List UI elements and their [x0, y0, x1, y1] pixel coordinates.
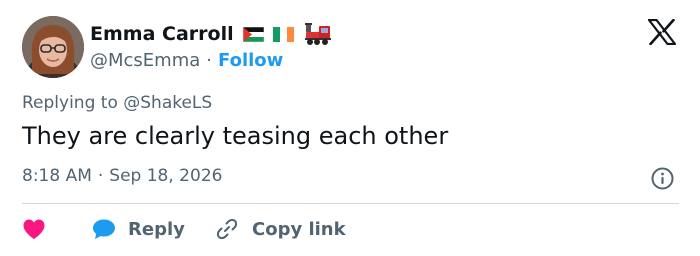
reply-label: Reply	[128, 218, 185, 240]
avatar-image	[22, 16, 84, 78]
tweet-text: They are clearly teasing each other	[22, 122, 449, 150]
replying-prefix: Replying to	[22, 93, 118, 113]
divider	[22, 203, 679, 204]
info-icon[interactable]	[651, 167, 674, 190]
tweet-date: Sep 18, 2026	[109, 166, 223, 186]
x-logo-icon[interactable]	[648, 19, 676, 45]
ireland-flag-icon	[272, 26, 294, 42]
separator: ·	[97, 166, 104, 186]
user-handle-row: @McsEmma · Follow	[90, 48, 283, 72]
user-name-row: Emma Carroll	[90, 22, 331, 46]
follow-button[interactable]: Follow	[218, 50, 283, 71]
heart-icon	[23, 219, 45, 239]
reply-bubble-icon	[93, 219, 115, 239]
action-bar: Reply Copy link	[22, 215, 346, 243]
train-icon	[304, 23, 331, 45]
like-button[interactable]	[22, 218, 92, 240]
link-icon	[216, 218, 238, 240]
copy-link-label: Copy link	[252, 218, 346, 240]
replying-to: Replying to @ShakeLS	[22, 93, 212, 113]
tweet-embed-card: Emma Carroll @McsEmma · Follow Replying …	[0, 0, 700, 256]
profile-badges	[242, 22, 331, 46]
tweet-time: 8:18 AM	[22, 166, 92, 186]
user-handle[interactable]: @McsEmma	[90, 50, 200, 71]
copy-link-button[interactable]: Copy link	[216, 218, 346, 240]
separator: ·	[206, 49, 213, 71]
reply-button[interactable]: Reply	[92, 218, 216, 240]
avatar[interactable]	[22, 16, 84, 78]
display-name[interactable]: Emma Carroll	[90, 23, 234, 45]
replying-handle-link[interactable]: @ShakeLS	[123, 93, 212, 113]
palestine-flag-icon	[242, 26, 264, 42]
tweet-timestamp[interactable]: 8:18 AM · Sep 18, 2026	[22, 166, 222, 186]
